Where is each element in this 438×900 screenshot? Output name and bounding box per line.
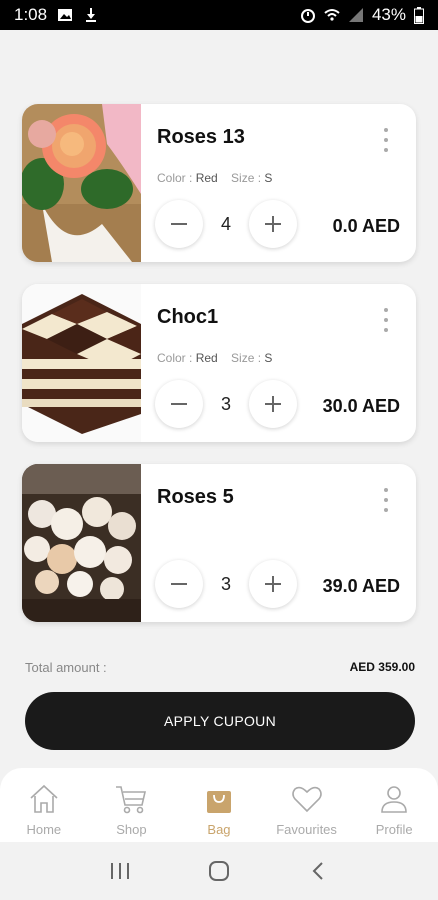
signal-icon: [348, 8, 363, 22]
status-time: 1:08: [14, 5, 48, 24]
increase-button[interactable]: [249, 560, 297, 608]
nav-label: Shop: [116, 822, 147, 837]
system-navigation: [0, 842, 438, 900]
home-icon: [30, 784, 58, 813]
item-price: 30.0 AED: [322, 396, 400, 416]
image-icon: [58, 9, 73, 21]
product-name: Roses 5: [157, 486, 234, 508]
item-price: 39.0 AED: [322, 576, 400, 596]
color-label: Color :: [157, 171, 193, 185]
increase-button[interactable]: [249, 380, 297, 428]
bottom-navigation: Home Shop Bag Favourites Profile: [0, 768, 438, 842]
nav-label: Profile: [375, 822, 413, 837]
quantity-value: 3: [220, 393, 231, 414]
nav-item-home[interactable]: Home: [0, 768, 88, 842]
more-options-icon[interactable]: [378, 128, 394, 152]
plus-icon: [265, 216, 281, 232]
cart-icon: [116, 786, 147, 814]
recent-apps-icon[interactable]: [109, 861, 131, 881]
cart-item-card[interactable]: Roses 5 3 39.0 AED: [22, 464, 416, 622]
download-icon: [86, 8, 97, 22]
nav-label: Home: [26, 822, 62, 837]
product-image-roses-5: [22, 464, 141, 622]
nav-label: Favourites: [276, 822, 337, 837]
quantity-stepper: 3: [155, 560, 297, 608]
product-image-roses-13: [22, 104, 141, 262]
product-image-choc1: [22, 284, 141, 442]
plus-icon: [265, 396, 281, 412]
total-value: AED 359.00: [349, 660, 415, 674]
nav-item-shop[interactable]: Shop: [88, 768, 176, 842]
quantity-value: 3: [220, 573, 231, 594]
plus-icon: [265, 576, 281, 592]
status-bar: 1:08 43%: [0, 0, 438, 30]
cart-item-card[interactable]: Roses 13 Color : Red Size : S 4 0.0 AED: [22, 104, 416, 262]
profile-icon: [381, 786, 407, 813]
nav-item-favourites[interactable]: Favourites: [263, 768, 351, 842]
home-button-icon[interactable]: [208, 860, 230, 882]
nav-item-bag[interactable]: Bag: [175, 768, 263, 842]
product-attributes: Color : Red Size : S: [157, 351, 272, 365]
decrease-button[interactable]: [155, 200, 203, 248]
more-options-icon[interactable]: [378, 488, 394, 512]
cart-item-card[interactable]: Choc1 Color : Red Size : S 3 30.0 AED: [22, 284, 416, 442]
battery-text: 43%: [371, 5, 406, 24]
nav-label: Bag: [207, 822, 231, 837]
wifi-icon: [324, 9, 340, 21]
nav-item-profile[interactable]: Profile: [350, 768, 438, 842]
alarm-icon: [300, 9, 315, 23]
item-price: 0.0 AED: [332, 216, 400, 236]
minus-icon: [171, 583, 187, 585]
cart-screen: Roses 13 Color : Red Size : S 4 0.0 AED: [0, 30, 438, 765]
bag-icon: [206, 791, 231, 813]
product-name: Choc1: [157, 306, 219, 328]
decrease-button[interactable]: [155, 380, 203, 428]
size-value: S: [264, 171, 273, 185]
back-icon[interactable]: [307, 860, 329, 882]
quantity-stepper: 4: [155, 200, 297, 248]
color-value: Red: [195, 351, 218, 365]
size-label: Size :: [231, 171, 262, 185]
battery-icon: [414, 6, 424, 24]
apply-coupon-button[interactable]: APPLY CUPOUN: [25, 692, 415, 750]
size-value: S: [264, 351, 273, 365]
quantity-stepper: 3: [155, 380, 297, 428]
increase-button[interactable]: [249, 200, 297, 248]
quantity-value: 4: [220, 213, 231, 234]
product-name: Roses 13: [157, 126, 245, 148]
product-attributes: Color : Red Size : S: [157, 171, 272, 185]
size-label: Size :: [231, 351, 262, 365]
total-row: Total amount : AED 359.00: [25, 660, 415, 675]
heart-icon: [291, 786, 322, 813]
decrease-button[interactable]: [155, 560, 203, 608]
minus-icon: [171, 403, 187, 405]
total-label: Total amount :: [25, 660, 107, 675]
color-label: Color :: [157, 351, 193, 365]
color-value: Red: [195, 171, 218, 185]
minus-icon: [171, 223, 187, 225]
more-options-icon[interactable]: [378, 308, 394, 332]
